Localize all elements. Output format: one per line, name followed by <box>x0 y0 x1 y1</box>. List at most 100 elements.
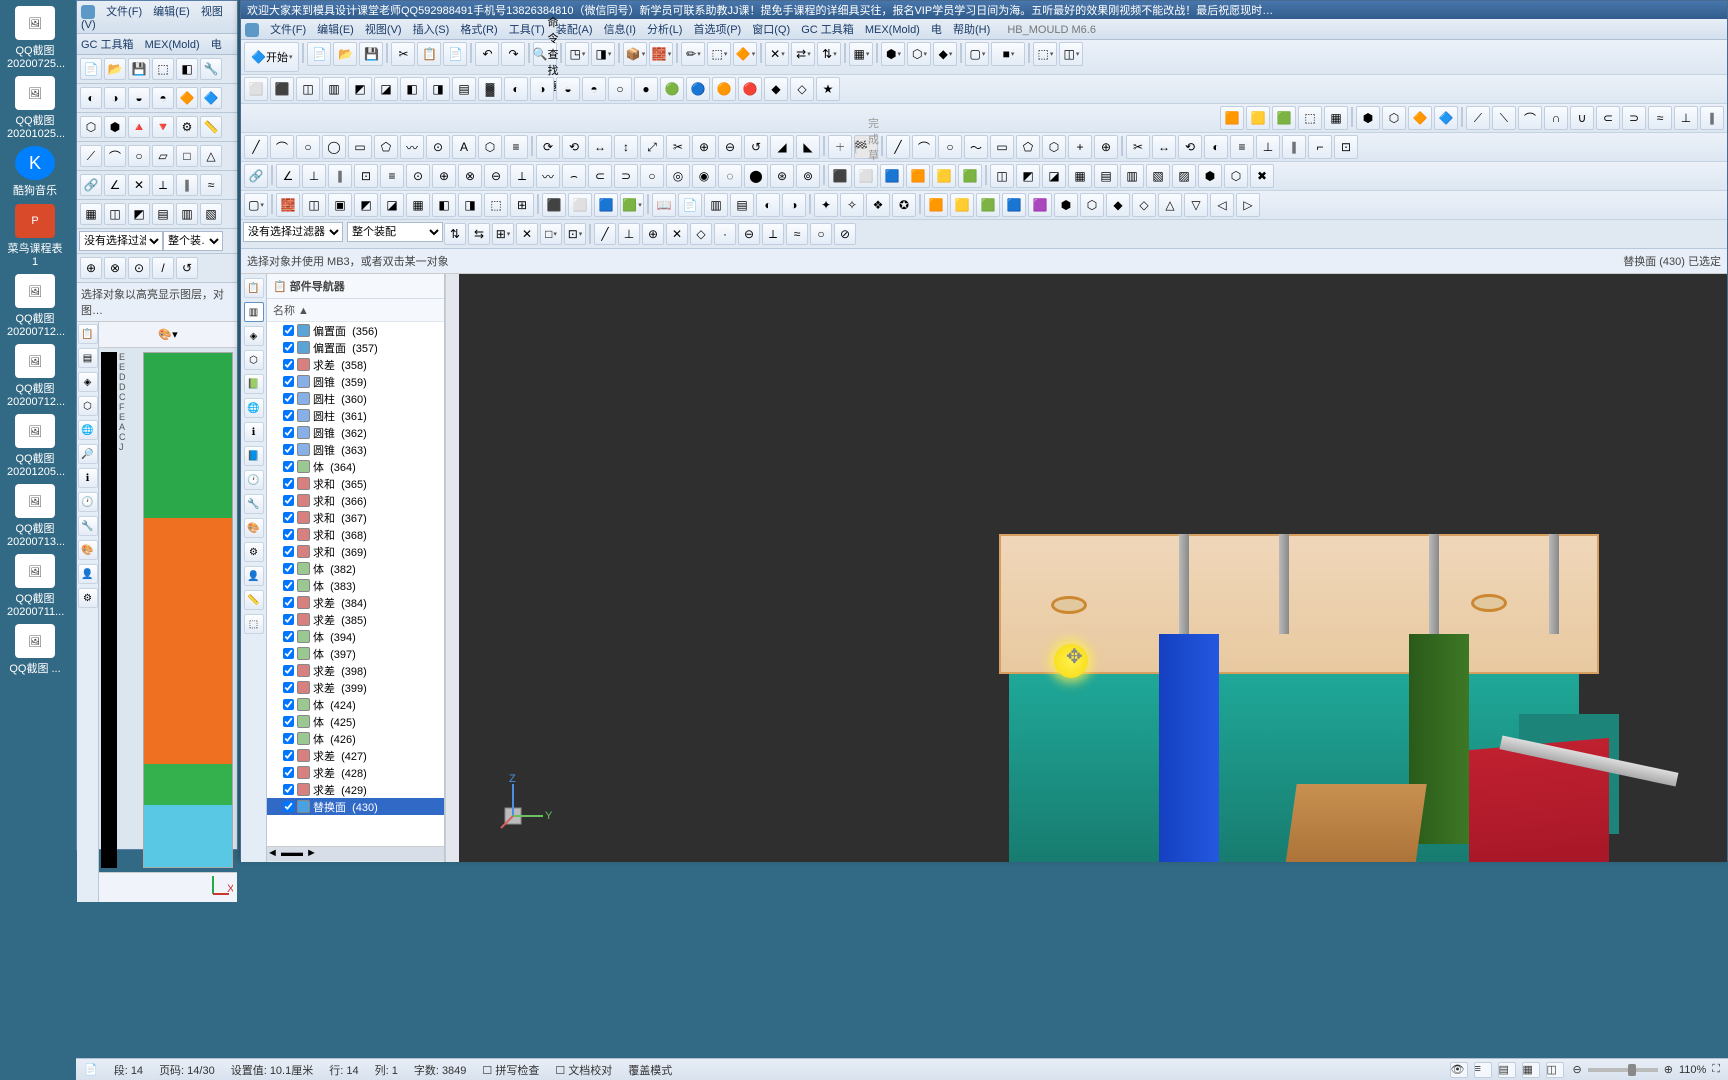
feature-check[interactable] <box>283 767 294 778</box>
tb-btn[interactable]: ⟲ <box>562 135 586 159</box>
scope-filter[interactable]: 整个装… <box>163 231 223 251</box>
feature-item[interactable]: 求差 (399) <box>267 679 444 696</box>
type-filter[interactable]: 没有选择过滤器 <box>79 231 163 251</box>
tb-btn[interactable]: ⬡ <box>1224 164 1248 188</box>
tb-btn[interactable]: ⇆ <box>468 223 490 245</box>
tb-btn[interactable]: ⟍ <box>1492 106 1516 130</box>
tb-btn[interactable]: ◑ <box>530 77 554 101</box>
tb-btn[interactable]: ⬢ <box>881 42 905 66</box>
feature-check[interactable] <box>283 716 294 727</box>
tb-btn[interactable]: ≡ <box>504 135 528 159</box>
menu-preferences[interactable]: 首选项(P) <box>694 24 742 36</box>
tb-btn[interactable]: ⬛ <box>270 77 294 101</box>
tb-btn[interactable]: ⬚ <box>707 42 731 66</box>
nav-tab-part[interactable]: ▥ <box>244 302 264 322</box>
tb-btn[interactable]: ⬢ <box>104 116 126 138</box>
feature-item[interactable]: 求和 (365) <box>267 475 444 492</box>
tb-btn[interactable]: ◪ <box>1042 164 1066 188</box>
tb-btn[interactable]: ⬜ <box>854 164 878 188</box>
tb-btn[interactable]: ↺ <box>176 257 198 279</box>
view-mode-icon[interactable]: ≡ <box>1474 1062 1492 1078</box>
feature-check[interactable] <box>283 665 294 676</box>
nav-tab[interactable]: ⚙ <box>78 588 98 608</box>
tb-btn[interactable]: ○ <box>640 164 664 188</box>
tb-btn[interactable]: ✂ <box>666 135 690 159</box>
menu-format[interactable]: 格式(R) <box>460 24 497 36</box>
tb-btn[interactable]: ⬠ <box>374 135 398 159</box>
tb-btn[interactable]: ◇ <box>1132 193 1156 217</box>
tb-btn[interactable]: ◨ <box>426 77 450 101</box>
tb-btn[interactable]: 🟨 <box>950 193 974 217</box>
tb-btn[interactable]: ◑ <box>782 193 806 217</box>
tb-btn[interactable]: ⬤ <box>744 164 768 188</box>
feature-check[interactable] <box>283 546 294 557</box>
snap-none[interactable]: ⊘ <box>834 223 856 245</box>
tb-btn[interactable]: 🟦 <box>1002 193 1026 217</box>
tb-btn[interactable]: △ <box>200 145 222 167</box>
tb-btn[interactable]: ▨ <box>1172 164 1196 188</box>
snap-pt[interactable]: · <box>714 223 736 245</box>
feature-item[interactable]: 替换面 (430) <box>267 798 444 815</box>
tb-btn[interactable]: ✦ <box>814 193 838 217</box>
tb-btn[interactable]: ◐ <box>504 77 528 101</box>
tb-btn[interactable]: ⊃ <box>614 164 638 188</box>
feature-item[interactable]: 体 (394) <box>267 628 444 645</box>
open-icon[interactable]: 📂 <box>333 42 357 66</box>
redo-icon[interactable]: ↷ <box>501 42 525 66</box>
tb-btn[interactable]: ⊞ <box>510 193 534 217</box>
nav-tab[interactable]: ℹ <box>244 422 264 442</box>
start-button[interactable]: 🔷 开始 <box>244 42 299 72</box>
tb-btn[interactable]: ◆ <box>764 77 788 101</box>
tb-btn[interactable]: ◯ <box>322 135 346 159</box>
tb-btn[interactable]: ⊗ <box>104 257 126 279</box>
tb-btn[interactable]: ▢ <box>965 42 989 66</box>
tb-btn[interactable]: ◐ <box>80 87 102 109</box>
tb-btn[interactable]: ⊚ <box>796 164 820 188</box>
tb-btn[interactable]: ↕ <box>614 135 638 159</box>
feature-check[interactable] <box>283 393 294 404</box>
tb-btn[interactable]: 🔷 <box>200 87 222 109</box>
feature-item[interactable]: 偏置面 (356) <box>267 322 444 339</box>
tb-btn[interactable]: ⊕ <box>80 257 102 279</box>
snap-mid[interactable]: ⊥ <box>618 223 640 245</box>
nav-tab[interactable]: ⬚ <box>244 614 264 634</box>
tb-btn[interactable]: 🟨 <box>1246 106 1270 130</box>
tb-btn[interactable]: ⌒ <box>104 145 126 167</box>
copy-icon[interactable]: 📋 <box>417 42 441 66</box>
tb-btn[interactable]: ⇄ <box>791 42 815 66</box>
tb-btn[interactable]: ◢ <box>770 135 794 159</box>
feature-check[interactable] <box>283 478 294 489</box>
tb-btn[interactable]: ⊂ <box>1596 106 1620 130</box>
tb-btn[interactable]: ▷ <box>1236 193 1260 217</box>
tb-btn[interactable]: ∠ <box>104 174 126 196</box>
tb-btn[interactable]: ⬡ <box>1080 193 1104 217</box>
nav-tab[interactable]: 👤 <box>244 566 264 586</box>
tb-btn[interactable]: 💾 <box>128 58 150 80</box>
feature-check[interactable] <box>283 801 294 812</box>
tb-btn[interactable]: 🟩 <box>976 193 1000 217</box>
tb-btn[interactable]: ◩ <box>354 193 378 217</box>
tb-btn[interactable]: ⌐ <box>1308 135 1332 159</box>
tb-btn[interactable]: 🟨 <box>932 164 956 188</box>
tb-btn[interactable]: ≈ <box>200 174 222 196</box>
desktop-shortcut[interactable]: 🖼QQ截图 20200712... <box>7 344 63 408</box>
tb-btn[interactable]: ◧ <box>176 58 198 80</box>
feature-check[interactable] <box>283 648 294 659</box>
tb-btn[interactable]: ◨ <box>591 42 615 66</box>
feature-check[interactable] <box>283 784 294 795</box>
tb-btn[interactable]: ⬢ <box>1356 106 1380 130</box>
tb-btn[interactable]: ⬢ <box>1054 193 1078 217</box>
desktop-shortcut[interactable]: 🖼QQ截图 20200725... <box>7 6 63 70</box>
tb-btn[interactable]: ⊛ <box>770 164 794 188</box>
zoom-value[interactable]: 110% <box>1679 1064 1706 1076</box>
tb-btn[interactable]: ▓ <box>478 77 502 101</box>
zoom-in[interactable]: ⊕ <box>1664 1063 1673 1076</box>
tb-btn[interactable]: ⌒ <box>912 135 936 159</box>
feature-tree[interactable]: 偏置面 (356)偏置面 (357)求差 (358)圆锥 (359)圆柱 (36… <box>267 322 444 846</box>
tb-btn[interactable]: ⊖ <box>718 135 742 159</box>
tb-btn[interactable]: ○ <box>128 145 150 167</box>
new-icon[interactable]: 📄 <box>307 42 331 66</box>
nav-tab[interactable]: 🔧 <box>244 494 264 514</box>
tb-btn[interactable]: ∥ <box>176 174 198 196</box>
command-finder[interactable]: 🔍 命令查找器 <box>533 42 557 66</box>
